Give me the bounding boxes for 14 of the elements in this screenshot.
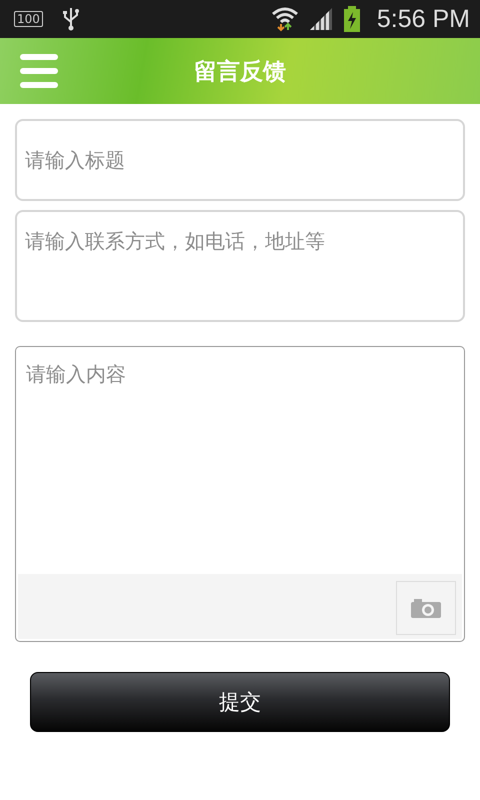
contact-field[interactable]: 请输入联系方式，如电话，地址等 bbox=[15, 210, 465, 322]
title-field[interactable]: 请输入标题 bbox=[15, 119, 465, 201]
status-time: 5:56 PM bbox=[376, 4, 470, 34]
signal-icon bbox=[308, 7, 333, 31]
content-field[interactable]: 请输入内容 bbox=[15, 346, 465, 574]
page-title: 留言反馈 bbox=[194, 58, 286, 86]
battery-percent: 100 bbox=[14, 11, 43, 27]
submit-button[interactable]: 提交 bbox=[30, 672, 450, 732]
camera-icon bbox=[411, 598, 441, 618]
add-photo-button[interactable] bbox=[396, 580, 456, 634]
menu-icon[interactable] bbox=[20, 54, 58, 88]
usb-icon bbox=[62, 7, 79, 31]
wifi-icon bbox=[270, 6, 299, 32]
battery-charging-icon bbox=[342, 6, 361, 32]
